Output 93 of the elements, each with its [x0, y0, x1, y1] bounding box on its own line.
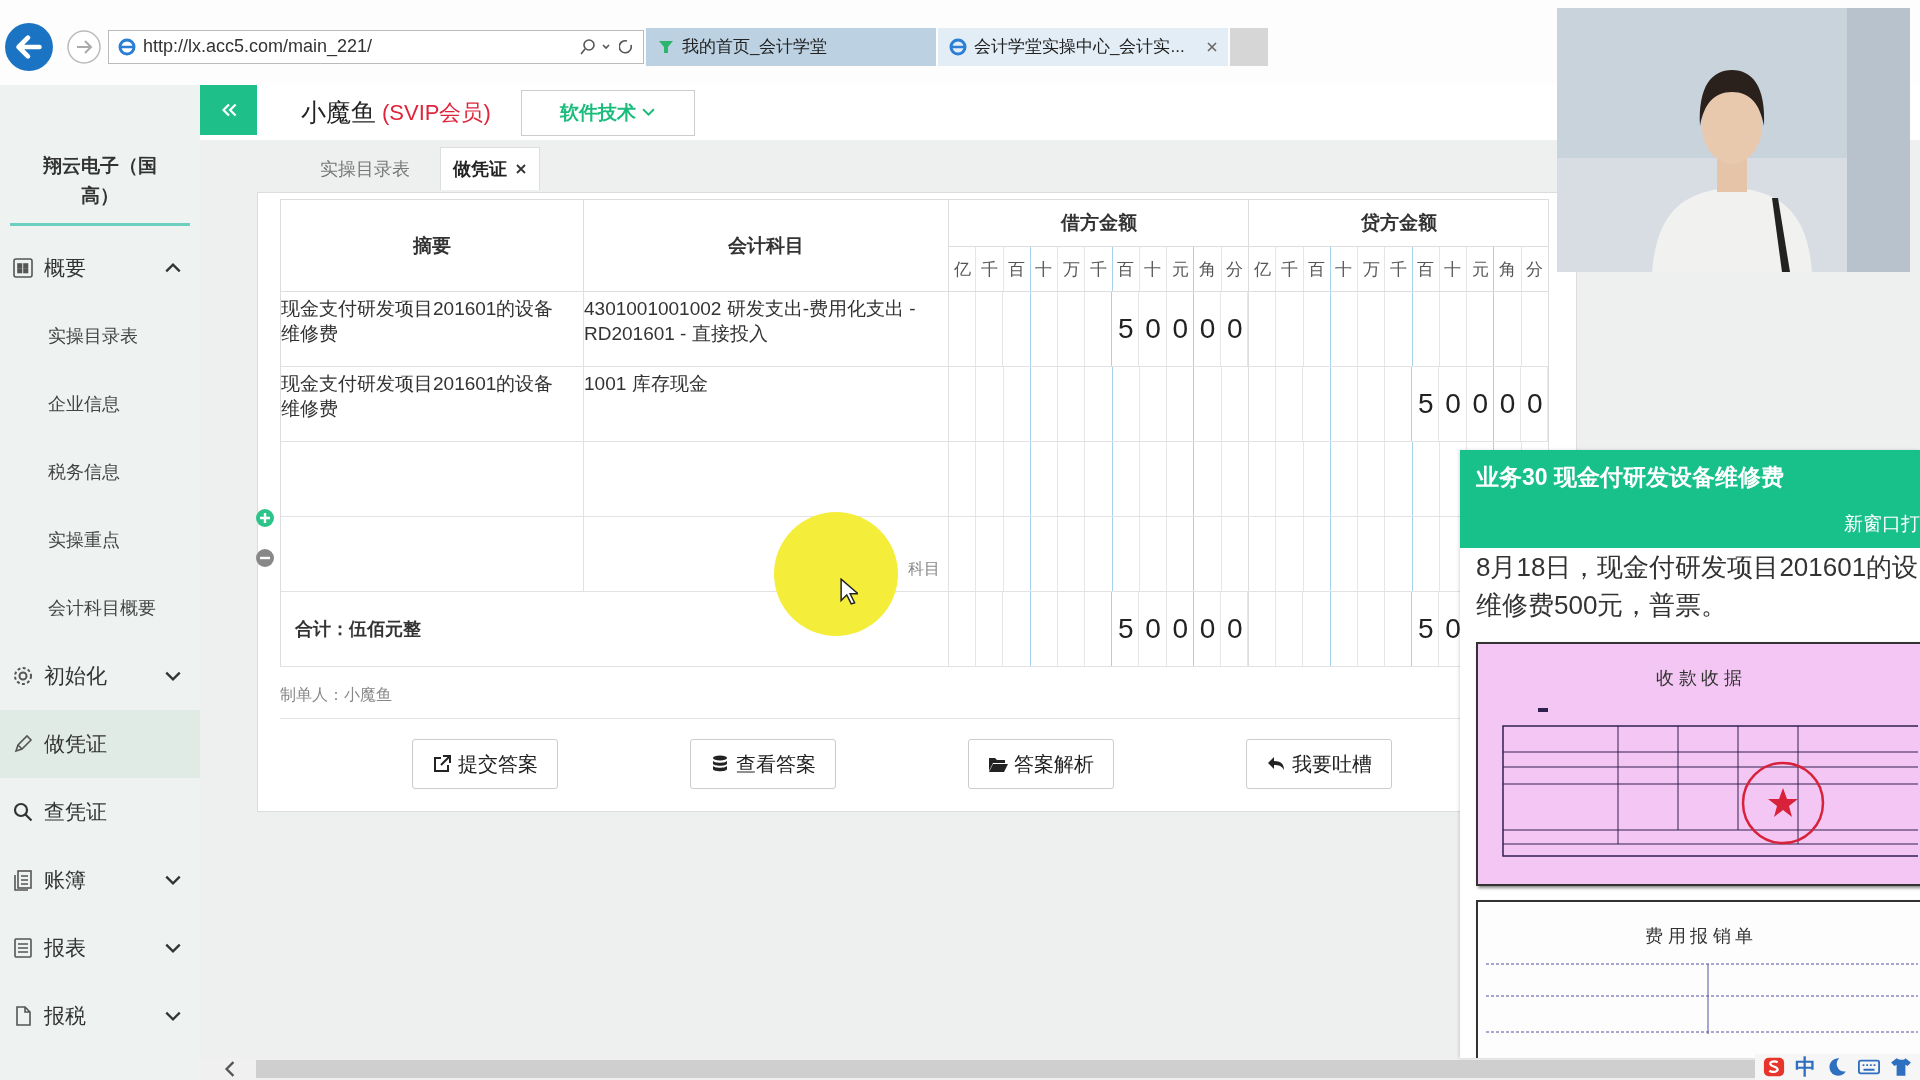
browser-tab[interactable]: 我的首页_会计学堂	[646, 27, 936, 66]
action-button[interactable]: 答案解析	[968, 739, 1114, 789]
chevron-down-icon[interactable]	[164, 874, 182, 886]
sidebar-subitem[interactable]: 实操目录表	[0, 302, 200, 370]
table-cell: 现金支付研发项目201601的设备维修费	[281, 298, 554, 344]
task-title: 业务30 现金付研发设备维修费	[1476, 463, 1785, 492]
database-icon	[710, 754, 730, 774]
document-title: 收 款 收 据	[1655, 667, 1743, 690]
unit-label: 分	[1525, 258, 1545, 281]
unit-label: 千	[1276, 247, 1304, 291]
sidebar-subitem[interactable]: 企业信息	[0, 370, 200, 438]
unit-label: 元	[1467, 247, 1495, 291]
chevron-down-icon[interactable]	[164, 1010, 182, 1022]
sidebar-item[interactable]: 报税	[0, 982, 200, 1050]
unit-label: 亿	[949, 247, 977, 291]
ime-logo-icon	[1763, 1056, 1785, 1078]
sidebar-item[interactable]: 概要	[0, 234, 200, 302]
book-icon	[12, 869, 34, 891]
cursor-icon	[840, 578, 858, 605]
shirt-icon[interactable]	[1890, 1056, 1912, 1078]
pencil-icon	[12, 733, 34, 755]
chevron-left-icon[interactable]	[224, 1061, 236, 1077]
total-label: 合计：伍佰元整	[295, 617, 421, 641]
sidebar-item[interactable]: 查凭证	[0, 778, 200, 846]
amount-digits: 50000	[1418, 388, 1555, 420]
task-description: 维修费500元，普票。	[1475, 589, 1729, 622]
back-icon[interactable]	[4, 21, 54, 72]
unit-label: 百	[1003, 247, 1031, 291]
membership-label: (SVIP会员)	[382, 98, 491, 127]
amount-digits: 50	[1418, 613, 1473, 645]
unit-label: 分	[1225, 258, 1245, 281]
unit-label: 十	[1439, 247, 1468, 291]
action-button[interactable]: 查看答案	[690, 739, 836, 789]
unit-label: 万	[1058, 247, 1086, 291]
sidebar-subitem[interactable]: 会计科目概要	[0, 574, 200, 642]
unit-label: 十	[1030, 247, 1059, 291]
globe-icon	[117, 36, 137, 57]
unit-label: 十	[1330, 247, 1359, 291]
unit-label: 万	[1358, 247, 1386, 291]
unit-label: 角	[1494, 247, 1522, 291]
globe-icon	[948, 36, 968, 57]
sidebar-item[interactable]: 报表	[0, 914, 200, 982]
settings-icon	[12, 665, 34, 687]
chevron-down-icon[interactable]	[164, 942, 182, 954]
search-icon	[12, 801, 34, 823]
action-button[interactable]: 我要吐槽	[1246, 739, 1392, 789]
sidebar-item[interactable]: 账簿	[0, 846, 200, 914]
unit-label: 十	[1139, 247, 1168, 291]
ime-mode[interactable]: 中	[1795, 1053, 1816, 1080]
unit-label: 千	[976, 247, 1004, 291]
caret-icon	[642, 108, 656, 117]
unit-label: 百	[1303, 247, 1331, 291]
unit-label: 百	[1112, 247, 1140, 291]
amount-digits: 50000	[1118, 613, 1255, 645]
user-name: 小魔鱼	[301, 97, 376, 128]
list-icon	[12, 937, 34, 959]
chevron-down-icon[interactable]	[164, 670, 182, 682]
sidebar-item[interactable]: 初始化	[0, 642, 200, 710]
amount-digits: 50000	[1118, 313, 1255, 345]
column-header: 贷方金额	[1249, 200, 1548, 247]
sidebar-item[interactable]: 做凭证	[0, 710, 200, 778]
column-header: 借方金额	[949, 200, 1248, 247]
unit-label: 亿	[1249, 247, 1277, 291]
table-cell: 1001 库存现金	[584, 373, 708, 394]
sidebar-subitem[interactable]: 税务信息	[0, 438, 200, 506]
task-description: 8月18日，现金付研发项目201601的设	[1475, 551, 1920, 584]
document-title: 费 用 报 销 单	[1644, 925, 1754, 948]
grid-icon	[12, 257, 34, 279]
unit-label: 百	[1412, 247, 1440, 291]
remove-row-icon[interactable]	[255, 548, 275, 568]
moon-icon[interactable]	[1826, 1056, 1848, 1078]
unit-label: 千	[1385, 247, 1413, 291]
unit-label: 千	[1085, 247, 1113, 291]
ime-toolbar[interactable]: 中	[1755, 1054, 1920, 1080]
maker-label: 制单人：小魔鱼	[280, 685, 393, 705]
unit-label: 元	[1167, 247, 1195, 291]
action-button[interactable]: 提交答案	[412, 739, 558, 789]
table-cell: 现金支付研发项目201601的设备维修费	[281, 373, 554, 419]
company-name: 翔云电子（国高）	[42, 154, 158, 208]
page-tab[interactable]: 实操目录表	[308, 148, 422, 190]
account-input[interactable]: 科目	[908, 556, 940, 581]
column-header: 摘要	[281, 200, 584, 292]
search-icon[interactable]	[579, 36, 611, 57]
external-link-icon	[432, 754, 452, 774]
browser-tab[interactable]: 会计学堂实操中心_会计实...	[938, 27, 1228, 66]
chevron-up-icon[interactable]	[164, 262, 182, 274]
page-tab[interactable]: 做凭证	[440, 147, 540, 190]
address-field[interactable]: http://lx.acc5.com/main_221/	[108, 29, 644, 64]
sidebar-subitem[interactable]: 实操重点	[0, 506, 200, 574]
close-icon[interactable]	[515, 163, 527, 175]
column-header: 会计科目	[584, 200, 949, 292]
table-cell: 4301001001002 研发支出-费用化支出 - RD201601 - 直接投入	[584, 298, 916, 344]
unit-label: 角	[1194, 247, 1222, 291]
